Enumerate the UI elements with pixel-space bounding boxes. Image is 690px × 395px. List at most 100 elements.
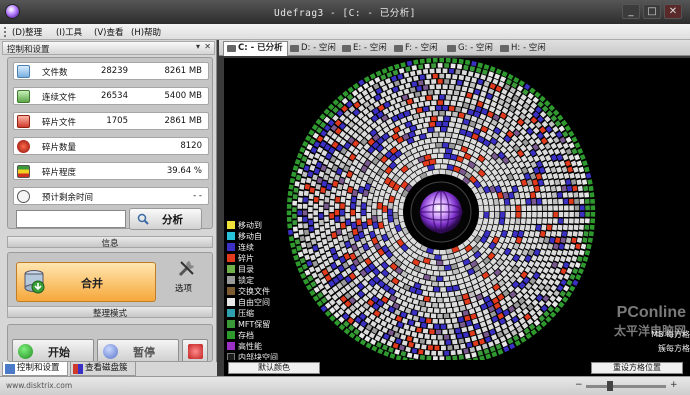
cluster-cell xyxy=(482,198,489,206)
cluster-cell xyxy=(399,123,406,131)
cluster-cell xyxy=(297,216,303,222)
cluster-cell xyxy=(329,171,336,178)
cluster-cell xyxy=(477,350,484,357)
cluster-cell xyxy=(579,212,585,217)
menu-help[interactable]: (H)帮助 xyxy=(131,26,161,38)
minimize-button[interactable]: _ xyxy=(622,4,640,19)
cluster-cell xyxy=(390,319,398,326)
cluster-cell xyxy=(561,231,568,237)
cluster-cell xyxy=(424,263,432,270)
cluster-cell xyxy=(495,343,502,350)
cluster-cell xyxy=(509,179,516,187)
default-colors-button[interactable]: 默认颜色 xyxy=(228,362,320,374)
tab-drive-h[interactable]: H: - 空闲 xyxy=(497,42,546,56)
cluster-cell xyxy=(547,137,554,144)
tab-control-settings[interactable]: 控制和设置 xyxy=(2,362,68,376)
close-button[interactable]: ✕ xyxy=(664,4,682,19)
cluster-cell xyxy=(459,321,466,328)
cluster-cell xyxy=(545,261,552,268)
tab-cluster-view[interactable]: 查看磁盘簇 xyxy=(70,362,136,376)
cluster-cell xyxy=(567,231,573,237)
menu-view[interactable]: (V)查看 xyxy=(94,26,123,38)
tab-drive-f[interactable]: F: - 空闲 xyxy=(391,42,438,56)
cluster-cell xyxy=(475,84,482,90)
cluster-cell xyxy=(437,79,443,84)
cluster-cell xyxy=(401,94,409,101)
cluster-cell xyxy=(361,216,367,222)
cluster-cell xyxy=(350,209,356,216)
cluster-cell xyxy=(419,338,426,344)
cluster-cell xyxy=(431,100,437,106)
stop-button[interactable] xyxy=(182,339,208,361)
zoom-in-button[interactable]: + xyxy=(670,380,678,390)
cluster-cell xyxy=(419,133,427,140)
options-button[interactable]: 选项 xyxy=(167,258,205,296)
cluster-cell xyxy=(326,183,332,190)
cluster-cell xyxy=(332,238,339,245)
zoom-slider-thumb[interactable] xyxy=(606,381,613,391)
cluster-cell xyxy=(467,325,474,332)
status-url[interactable]: www.disktrix.com xyxy=(6,381,72,390)
merge-button[interactable]: 合并 xyxy=(16,262,156,302)
reset-cells-button[interactable]: 重设方格位置 xyxy=(591,362,683,374)
cluster-cell xyxy=(450,312,456,318)
cluster-cell xyxy=(589,192,595,198)
cluster-cell xyxy=(554,120,562,127)
panel-close-button[interactable]: ✕ xyxy=(204,42,211,51)
cluster-cell xyxy=(314,190,320,197)
cluster-cell xyxy=(444,137,451,143)
cluster-cell xyxy=(397,321,404,328)
cluster-cell xyxy=(309,164,316,171)
zoom-out-button[interactable]: − xyxy=(575,380,583,390)
maximize-button[interactable]: □ xyxy=(643,4,661,19)
cluster-cell xyxy=(459,305,466,312)
cluster-cell xyxy=(429,329,435,335)
menu-tools[interactable]: (I)工具 xyxy=(56,26,82,38)
cluster-cell xyxy=(431,63,437,68)
zoom-slider[interactable] xyxy=(586,385,666,388)
cluster-cell xyxy=(340,216,345,223)
cluster-cell xyxy=(451,301,458,308)
tab-drive-d[interactable]: D: - 空闲 xyxy=(287,42,336,56)
cluster-cell xyxy=(434,254,441,260)
cluster-cell xyxy=(362,222,368,229)
tab-drive-g[interactable]: G: - 空闲 xyxy=(444,42,493,56)
cluster-cell xyxy=(400,117,408,124)
cluster-cell xyxy=(559,148,566,155)
disk-cluster-map[interactable]: 移动到 移动自 连续 碎片 目录 锁定 交换文件 自由空间 压缩 MFT保留 存档 高性能 内部块空间 … xyxy=(224,58,690,360)
cluster-cell xyxy=(504,236,511,244)
cluster-cell xyxy=(559,290,566,297)
tab-drive-c[interactable]: C: - 已分析 xyxy=(223,41,288,56)
start-button[interactable]: 开始 xyxy=(12,339,94,361)
defrag-mode-caption: 整理模式 xyxy=(7,306,213,319)
analyze-button[interactable]: 分析 xyxy=(129,208,202,230)
cluster-cell xyxy=(297,266,304,273)
cluster-cell xyxy=(303,149,310,157)
cluster-cell xyxy=(444,265,452,271)
cluster-cell xyxy=(289,177,296,184)
cluster-cell xyxy=(319,226,325,232)
cluster-cell xyxy=(430,313,437,319)
cluster-cell xyxy=(517,230,524,238)
cluster-cell xyxy=(567,249,574,256)
cluster-cell xyxy=(477,62,484,69)
analyze-path-input[interactable] xyxy=(16,210,126,228)
cluster-cell xyxy=(453,251,461,258)
cluster-cell xyxy=(576,179,582,185)
cluster-cell xyxy=(315,235,322,242)
tab-drive-e[interactable]: E: - 空闲 xyxy=(339,42,387,56)
cluster-cell xyxy=(483,80,490,87)
cluster-cell xyxy=(449,258,457,265)
cluster-cell xyxy=(423,257,431,264)
cluster-cell xyxy=(574,205,580,211)
cluster-cell xyxy=(448,291,455,297)
cluster-cell xyxy=(307,275,314,282)
cluster-cell xyxy=(294,181,300,187)
cluster-cell xyxy=(300,272,307,279)
cluster-cell xyxy=(539,126,546,134)
cluster-cell xyxy=(334,174,341,181)
pause-button[interactable]: 暂停 xyxy=(97,339,179,361)
panel-pin-button[interactable]: ▾ xyxy=(196,42,200,51)
cluster-cell xyxy=(363,76,371,83)
menu-defrag[interactable]: (D)整理 xyxy=(12,26,42,38)
